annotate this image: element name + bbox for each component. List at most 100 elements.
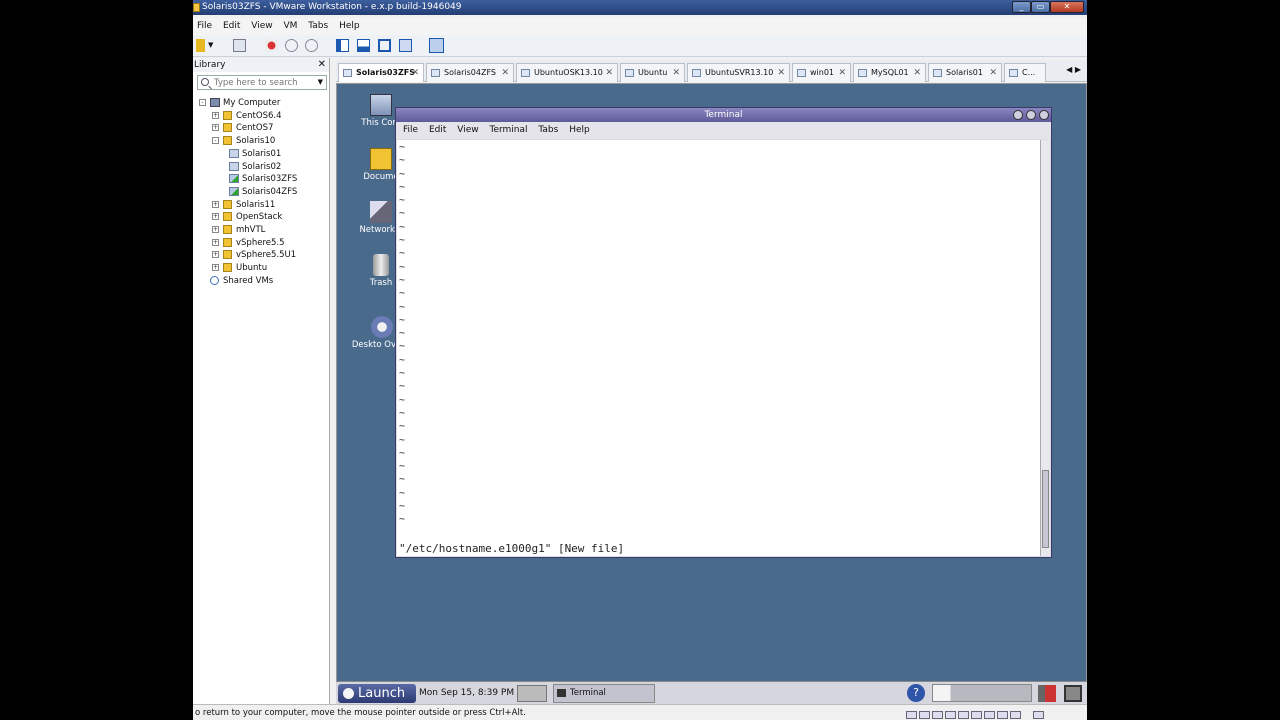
restore-button[interactable]: ▭	[1031, 1, 1050, 13]
tree-item[interactable]: + Ubuntu	[197, 262, 327, 274]
tree-item[interactable]: + vSphere5.5	[197, 237, 327, 249]
library-close-icon[interactable]: ✕	[318, 58, 326, 72]
hard-disk-icon[interactable]	[919, 711, 930, 719]
network-adapter-icon[interactable]	[997, 711, 1008, 719]
workspace-pager[interactable]	[932, 684, 1032, 702]
tab-mysql01[interactable]: MySQL01 ✕	[853, 63, 926, 82]
send-ctrl-alt-del-icon[interactable]	[233, 39, 246, 52]
network-adapter-icon[interactable]	[1010, 711, 1021, 719]
expand-icon[interactable]: +	[212, 251, 219, 259]
full-screen-icon[interactable]	[378, 39, 391, 52]
hard-disk-icon[interactable]	[971, 711, 982, 719]
cd-drive-icon[interactable]	[984, 711, 995, 719]
show-desktop-icon[interactable]	[1064, 685, 1082, 702]
menu-edit[interactable]: Edit	[219, 18, 244, 35]
message-log-icon[interactable]	[1033, 711, 1044, 719]
tab-solaris04zfs[interactable]: Solaris04ZFS ✕	[426, 63, 514, 82]
tree-item[interactable]: Solaris02	[197, 161, 327, 173]
tab-close-icon[interactable]: ✕	[672, 64, 680, 82]
launch-button[interactable]: Launch	[338, 684, 416, 703]
tree-item[interactable]: + CentOS6.4	[197, 110, 327, 122]
menu-view[interactable]: View	[247, 18, 276, 35]
tab-ubuntu[interactable]: Ubuntu ✕	[620, 63, 685, 82]
terminal-menu-terminal[interactable]: Terminal	[489, 125, 527, 135]
menu-help[interactable]: Help	[335, 18, 364, 35]
collapse-icon[interactable]: -	[199, 99, 206, 106]
power-dropdown-icon[interactable]: ▼	[208, 39, 221, 52]
tree-item[interactable]: Solaris01	[197, 148, 327, 160]
snapshot-manager-icon[interactable]	[305, 39, 318, 52]
minimize-button[interactable]: _	[1012, 1, 1031, 13]
tree-item[interactable]: - Solaris10	[197, 135, 327, 147]
terminal-menu-edit[interactable]: Edit	[429, 125, 446, 135]
tab-win01[interactable]: win01 ✕	[792, 63, 851, 82]
search-dropdown-icon[interactable]: ▼	[318, 76, 323, 89]
tab-solaris03zfs[interactable]: Solaris03ZFS ✕	[338, 63, 424, 82]
help-icon[interactable]: ?	[907, 684, 925, 702]
show-library-icon[interactable]	[336, 39, 349, 52]
scrollbar-thumb[interactable]	[1042, 470, 1049, 548]
tab-ubuntuosk13-10[interactable]: UbuntuOSK13.10 ✕	[516, 63, 618, 82]
menu-tabs[interactable]: Tabs	[304, 18, 332, 35]
expand-icon[interactable]: +	[212, 264, 219, 272]
snapshot-icon[interactable]	[265, 39, 278, 52]
tab-close-icon[interactable]: ✕	[777, 64, 785, 82]
tree-item[interactable]: + CentOS7	[197, 122, 327, 134]
power-icon[interactable]	[196, 39, 205, 52]
terminal-minimize-icon[interactable]	[1013, 110, 1023, 120]
hard-disk-icon[interactable]	[958, 711, 969, 719]
tab-scroll-icon[interactable]: ◀ ▶	[1066, 65, 1081, 74]
tab-close-icon[interactable]: ✕	[411, 64, 419, 82]
terminal-window[interactable]: Terminal File Edit View Terminal Tabs He…	[395, 107, 1052, 558]
volume-muted-icon[interactable]	[1038, 685, 1056, 702]
tree-item[interactable]: Solaris04ZFS	[197, 186, 327, 198]
tab-close-icon[interactable]: ✕	[989, 64, 997, 82]
tab-close-icon[interactable]: ✕	[838, 64, 846, 82]
tree-item[interactable]: Solaris03ZFS	[197, 173, 327, 185]
hard-disk-icon[interactable]	[945, 711, 956, 719]
hard-disk-icon[interactable]	[932, 711, 943, 719]
hard-disk-icon[interactable]	[906, 711, 917, 719]
expand-icon[interactable]: +	[212, 200, 219, 208]
tree-item[interactable]: + OpenStack	[197, 211, 327, 223]
search-input[interactable]	[198, 76, 326, 89]
expand-icon[interactable]: +	[212, 111, 219, 119]
tab-solaris01[interactable]: Solaris01 ✕	[928, 63, 1002, 82]
terminal-menu-tabs[interactable]: Tabs	[538, 125, 558, 135]
tab-close-icon[interactable]: ✕	[913, 64, 921, 82]
tab-close-icon[interactable]: ✕	[501, 64, 509, 82]
folder-icon	[223, 110, 232, 120]
tree-item[interactable]: - My Computer	[197, 97, 327, 109]
terminal-scrollbar[interactable]	[1040, 140, 1050, 556]
console-view-icon[interactable]	[429, 38, 444, 53]
window-list-item[interactable]: Terminal	[553, 684, 655, 703]
expand-icon[interactable]: +	[212, 213, 219, 221]
expand-icon[interactable]: +	[212, 124, 219, 132]
terminal-menu-help[interactable]: Help	[569, 125, 590, 135]
tree-item[interactable]: Shared VMs	[197, 275, 327, 287]
tab-ubuntusvr13-10[interactable]: UbuntuSVR13.10 ✕	[687, 63, 790, 82]
menu-vm[interactable]: VM	[279, 18, 301, 35]
close-button[interactable]: ✕	[1050, 1, 1084, 13]
terminal-close-icon[interactable]	[1039, 110, 1049, 120]
terminal-text-area[interactable]: ~ ~ ~ ~ ~ ~ ~ ~ ~ ~ ~ ~ ~ ~ ~ ~ ~ ~ ~ ~ …	[397, 140, 1040, 556]
tab-close-icon[interactable]: ✕	[605, 64, 613, 82]
collapse-icon[interactable]: -	[212, 137, 219, 145]
tree-item[interactable]: + vSphere5.5U1	[197, 249, 327, 261]
menu-file[interactable]: File	[193, 18, 216, 35]
terminal-menu-file[interactable]: File	[403, 125, 418, 135]
tree-item[interactable]: + mhVTL	[197, 224, 327, 236]
expand-icon[interactable]: +	[212, 226, 219, 233]
panel-clock[interactable]: Mon Sep 15, 8:39 PM	[419, 682, 514, 705]
expand-icon[interactable]: +	[212, 238, 219, 246]
tree-item[interactable]: + Solaris11	[197, 199, 327, 211]
vm-console[interactable]: This Com Docume Network F Trash Deskto O…	[336, 83, 1087, 704]
workspace-switcher-icon[interactable]	[517, 685, 547, 702]
thumbnail-bar-icon[interactable]	[357, 39, 370, 52]
terminal-menu-view[interactable]: View	[457, 125, 478, 135]
terminal-maximize-icon[interactable]	[1026, 110, 1036, 120]
library-search[interactable]: ▼	[197, 75, 327, 90]
tab-c[interactable]: C...	[1004, 63, 1046, 82]
unity-icon[interactable]	[399, 39, 412, 52]
revert-snapshot-icon[interactable]	[285, 39, 298, 52]
